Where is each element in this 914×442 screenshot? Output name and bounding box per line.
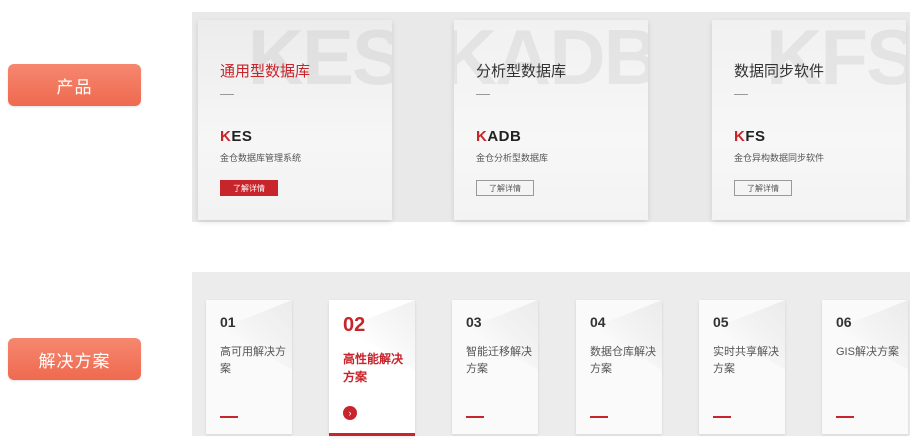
logo-mark: K (476, 128, 488, 145)
solutions-button[interactable]: 解决方案 (8, 338, 141, 380)
solution-number: 06 (836, 314, 852, 330)
logo-text: FS (745, 128, 766, 145)
product-title: 数据同步软件 (734, 63, 825, 80)
divider (734, 94, 748, 95)
logo-mark: K (734, 128, 746, 145)
product-title: 分析型数据库 (476, 63, 567, 80)
divider (220, 94, 234, 95)
product-logo: KFS (734, 128, 766, 145)
learn-more-button[interactable]: 了解详情 (220, 180, 278, 196)
divider (466, 416, 484, 418)
product-card-kfs[interactable]: KFS 数据同步软件 KFS 金仓异构数据同步软件 了解详情 (712, 20, 906, 220)
learn-more-button[interactable]: 了解详情 (734, 180, 792, 196)
solutions-panel: 01 高可用解决方案 02 高性能解决方案 › 03 智能迁移解决方案 04 数… (192, 272, 910, 436)
divider (220, 416, 238, 418)
solution-card-01[interactable]: 01 高可用解决方案 (206, 300, 292, 434)
solution-number: 03 (466, 314, 482, 330)
divider (713, 416, 731, 418)
arrow-right-icon[interactable]: › (343, 406, 357, 420)
solution-title: 高性能解决方案 (343, 352, 404, 384)
divider (590, 416, 608, 418)
solution-card-06[interactable]: 06 GIS解决方案 (822, 300, 908, 434)
product-subtitle: 金仓异构数据同步软件 (734, 153, 825, 163)
solution-card-03[interactable]: 03 智能迁移解决方案 (452, 300, 538, 434)
divider (476, 94, 490, 95)
solution-title: 实时共享解决方案 (713, 346, 779, 375)
solution-title: 数据仓库解决方案 (590, 346, 656, 375)
product-logo: KADB (476, 128, 521, 145)
product-title: 通用型数据库 (220, 63, 311, 80)
logo-mark: K (220, 128, 232, 145)
solution-title: 智能迁移解决方案 (466, 346, 532, 375)
products-button[interactable]: 产品 (8, 64, 141, 106)
solution-card-05[interactable]: 05 实时共享解决方案 (699, 300, 785, 434)
product-card-kadb[interactable]: KADB 分析型数据库 KADB 金仓分析型数据库 了解详情 (454, 20, 648, 220)
solution-title: GIS解决方案 (836, 346, 899, 358)
solution-title: 高可用解决方案 (220, 346, 286, 375)
logo-text: ES (231, 128, 253, 145)
product-logo: KES (220, 128, 252, 145)
solution-card-04[interactable]: 04 数据仓库解决方案 (576, 300, 662, 434)
logo-text: ADB (487, 128, 522, 145)
solution-number: 02 (343, 314, 366, 336)
products-panel: KES 通用型数据库 KES 金仓数据库管理系统 了解详情 KADB 分析型数据… (192, 12, 910, 222)
divider (836, 416, 854, 418)
solution-card-02[interactable]: 02 高性能解决方案 › (329, 300, 415, 436)
solution-number: 01 (220, 314, 236, 330)
product-card-kes[interactable]: KES 通用型数据库 KES 金仓数据库管理系统 了解详情 (198, 20, 392, 220)
learn-more-button[interactable]: 了解详情 (476, 180, 534, 196)
solution-number: 05 (713, 314, 729, 330)
product-subtitle: 金仓数据库管理系统 (220, 153, 302, 163)
product-subtitle: 金仓分析型数据库 (476, 153, 549, 163)
solution-number: 04 (590, 314, 606, 330)
